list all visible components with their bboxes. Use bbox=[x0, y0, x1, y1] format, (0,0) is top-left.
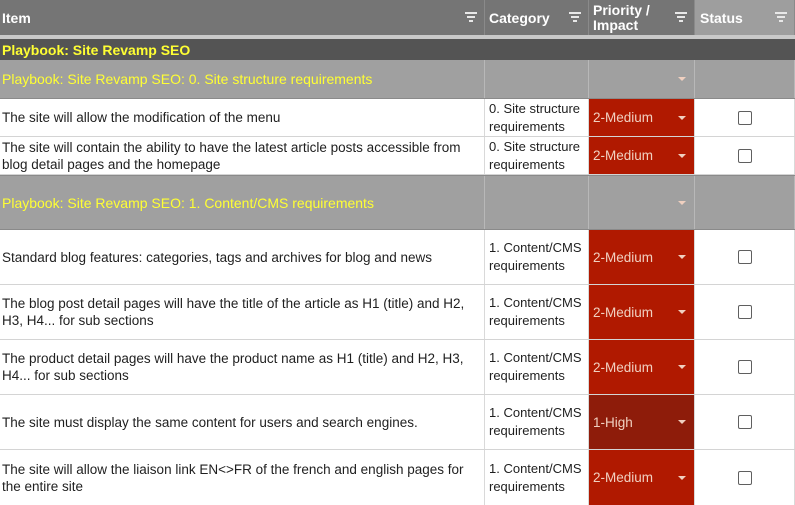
column-header-category-label: Category bbox=[489, 9, 550, 26]
status-checkbox[interactable] bbox=[737, 415, 752, 429]
chevron-down-icon[interactable] bbox=[678, 365, 686, 369]
column-header-priority[interactable]: Priority / Impact bbox=[589, 0, 695, 35]
chevron-down-icon[interactable] bbox=[678, 310, 686, 314]
column-header-item[interactable]: Item bbox=[0, 0, 485, 35]
item-cell[interactable]: The site will contain the ability to hav… bbox=[0, 137, 485, 174]
status-cell bbox=[695, 340, 795, 394]
status-cell bbox=[695, 285, 795, 339]
priority-dropdown[interactable]: 2-Medium bbox=[589, 230, 695, 284]
column-header-row: Item Category Priority / Impact Status bbox=[0, 0, 795, 35]
filter-icon[interactable] bbox=[774, 12, 788, 23]
status-cell bbox=[695, 395, 795, 449]
priority-dropdown[interactable]: 2-Medium bbox=[589, 137, 695, 174]
item-cell[interactable]: The product detail pages will have the p… bbox=[0, 340, 485, 394]
column-header-status[interactable]: Status bbox=[695, 0, 795, 35]
item-cell[interactable]: The blog post detail pages will have the… bbox=[0, 285, 485, 339]
status-checkbox[interactable] bbox=[737, 110, 752, 125]
filter-icon[interactable] bbox=[568, 12, 582, 23]
status-checkbox[interactable] bbox=[737, 360, 752, 374]
category-cell[interactable]: 1. Content/CMS requirements bbox=[485, 230, 589, 284]
group-label: Playbook: Site Revamp SEO: 0. Site struc… bbox=[2, 71, 373, 87]
filter-icon[interactable] bbox=[674, 12, 688, 23]
status-checkbox[interactable] bbox=[737, 305, 752, 319]
chevron-down-icon[interactable] bbox=[678, 475, 686, 480]
table-row[interactable]: The site will contain the ability to hav… bbox=[0, 137, 795, 175]
status-cell bbox=[695, 450, 795, 505]
column-header-category[interactable]: Category bbox=[485, 0, 589, 35]
table-row[interactable]: The blog post detail pages will have the… bbox=[0, 285, 795, 340]
category-cell[interactable]: 1. Content/CMS requirements bbox=[485, 285, 589, 339]
column-header-item-label: Item bbox=[2, 9, 31, 26]
chevron-down-icon[interactable] bbox=[678, 420, 686, 424]
table-row[interactable]: The site will allow the liaison link EN<… bbox=[0, 450, 795, 505]
chevron-down-icon[interactable] bbox=[678, 255, 686, 259]
filter-icon[interactable] bbox=[464, 12, 478, 23]
priority-dropdown[interactable]: 1-High bbox=[589, 395, 695, 449]
group-header-content-cms[interactable]: Playbook: Site Revamp SEO: 1. Content/CM… bbox=[0, 175, 795, 230]
item-cell[interactable]: The site must display the same content f… bbox=[0, 395, 485, 449]
status-cell bbox=[695, 137, 795, 174]
category-cell[interactable]: 1. Content/CMS requirements bbox=[485, 340, 589, 394]
status-cell bbox=[695, 99, 795, 136]
priority-dropdown[interactable]: 2-Medium bbox=[589, 450, 695, 505]
chevron-down-icon[interactable] bbox=[678, 115, 686, 120]
chevron-down-icon[interactable] bbox=[678, 77, 686, 81]
column-header-priority-label: Priority / Impact bbox=[593, 1, 650, 33]
category-cell[interactable]: 1. Content/CMS requirements bbox=[485, 395, 589, 449]
group-header-site-structure[interactable]: Playbook: Site Revamp SEO: 0. Site struc… bbox=[0, 60, 795, 99]
chevron-down-icon[interactable] bbox=[678, 200, 686, 205]
status-cell bbox=[695, 230, 795, 284]
table-row[interactable]: Standard blog features: categories, tags… bbox=[0, 230, 795, 285]
table-row[interactable]: The site will allow the modification of … bbox=[0, 99, 795, 137]
category-cell[interactable]: 0. Site structure requirements bbox=[485, 99, 589, 136]
item-cell[interactable]: The site will allow the liaison link EN<… bbox=[0, 450, 485, 505]
table-row[interactable]: The site must display the same content f… bbox=[0, 395, 795, 450]
category-cell[interactable]: 1. Content/CMS requirements bbox=[485, 450, 589, 505]
status-checkbox[interactable] bbox=[737, 250, 752, 264]
priority-dropdown[interactable]: 2-Medium bbox=[589, 285, 695, 339]
status-checkbox[interactable] bbox=[737, 470, 752, 485]
priority-dropdown[interactable]: 2-Medium bbox=[589, 99, 695, 136]
item-cell[interactable]: Standard blog features: categories, tags… bbox=[0, 230, 485, 284]
column-header-status-label: Status bbox=[700, 9, 743, 26]
category-cell[interactable]: 0. Site structure requirements bbox=[485, 137, 589, 174]
chevron-down-icon[interactable] bbox=[678, 153, 686, 158]
table-row[interactable]: The product detail pages will have the p… bbox=[0, 340, 795, 395]
status-checkbox[interactable] bbox=[737, 148, 752, 163]
group-label: Playbook: Site Revamp SEO bbox=[2, 41, 191, 58]
task-grid: Item Category Priority / Impact Status P… bbox=[0, 0, 795, 505]
priority-dropdown[interactable]: 2-Medium bbox=[589, 340, 695, 394]
group-label: Playbook: Site Revamp SEO: 1. Content/CM… bbox=[2, 194, 374, 211]
group-header-playbook[interactable]: Playbook: Site Revamp SEO bbox=[0, 35, 795, 60]
item-cell[interactable]: The site will allow the modification of … bbox=[0, 99, 485, 136]
